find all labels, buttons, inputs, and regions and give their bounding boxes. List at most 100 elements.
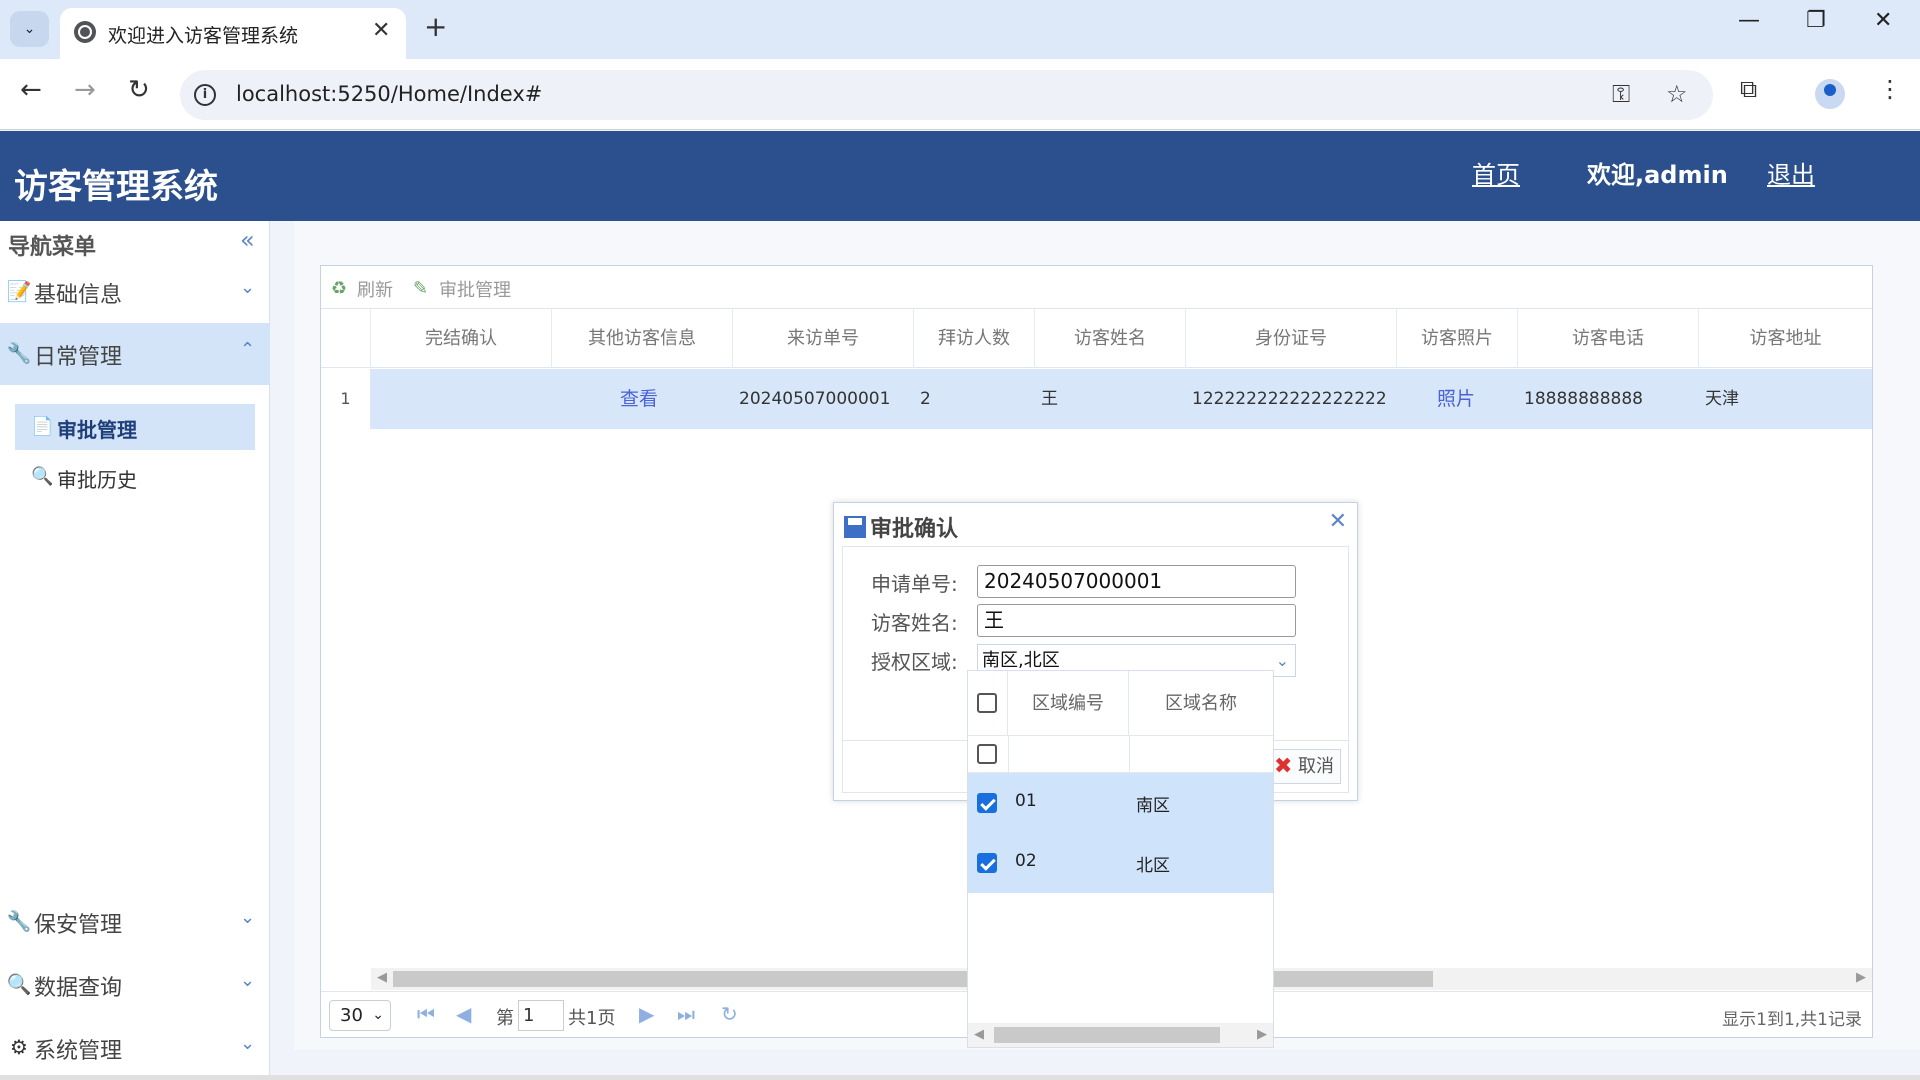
order-number-field[interactable]: 20240507000001 [977,565,1296,598]
app-title: 访客管理系统 [14,167,218,207]
forward-icon[interactable]: → [74,75,96,105]
column-header[interactable]: 拜访人数 [914,309,1035,368]
refresh-button[interactable]: ♻ 刷新 [331,276,393,302]
phone-cell: 18888888888 [1524,389,1643,409]
list-item[interactable]: 01 南区 [968,773,1273,833]
gear-icon: ⚙ [10,1035,28,1059]
minimize-icon[interactable]: — [1738,8,1760,33]
site-info-icon[interactable]: i [194,84,216,106]
sidebar-group-label: 日常管理 [34,345,123,370]
chevron-down-icon: ⌄ [372,1007,384,1023]
prev-page-icon[interactable]: ◀ [456,1002,471,1026]
region-name: 北区 [1136,856,1170,876]
select-all-checkbox[interactable] [977,693,997,713]
column-header[interactable]: 完结确认 [371,309,552,368]
region-checkbox[interactable] [977,793,997,813]
browser-tabbar: ⌄ 欢迎进入访客管理系统 ✕ + — ❐ ✕ [0,0,1920,59]
grid-header: 完结确认 其他访客信息 来访单号 拜访人数 访客姓名 身份证号 访客照片 访客电… [321,309,1872,368]
column-header[interactable]: 来访单号 [733,309,914,368]
column-header[interactable]: 区域编号 [1008,671,1129,736]
dropdown-horizontal-scrollbar[interactable]: ◀ ▶ [968,1023,1273,1047]
reload-icon[interactable]: ↻ [128,75,150,105]
refresh-label: 刷新 [357,280,393,301]
approve-mgmt-label: 审批管理 [439,280,511,301]
collapse-left-icon[interactable]: « [240,226,255,254]
dialog-title-bar: 审批确认 [844,511,958,543]
sidebar-group-data-query[interactable]: 🔍 数据查询 ⌄ [0,954,270,1016]
table-row[interactable]: 1 查看 20240507000001 2 王 1222222222222222… [321,369,1872,429]
scrollbar-thumb[interactable] [994,1027,1220,1043]
grid-toolbar: ♻ 刷新 ✎ 审批管理 [321,266,1872,309]
star-icon[interactable]: ☆ [1666,80,1688,108]
address-bar[interactable]: i localhost:5250/Home/Index# ⚿ ☆ [180,70,1713,120]
sidebar-group-basic-info[interactable]: 📝 基础信息 ⌄ [0,261,270,323]
page-size-select[interactable]: 30 ⌄ [329,1000,391,1031]
menu-kebab-icon[interactable]: ⋮ [1878,75,1902,103]
close-icon[interactable]: ✕ [1329,509,1347,534]
url-text[interactable]: localhost:5250/Home/Index# [236,82,542,106]
column-header[interactable]: 访客姓名 [1035,309,1186,368]
region-code: 01 [1015,791,1037,811]
column-header[interactable]: 区域名称 [1129,671,1273,736]
visitor-name-field[interactable]: 王 [977,604,1296,637]
sidebar-group-system-mgmt[interactable]: ⚙ 系统管理 ⌄ [0,1017,270,1079]
column-header[interactable]: 访客地址 [1699,309,1872,368]
close-tab-icon[interactable]: ✕ [372,18,390,43]
cancel-button[interactable]: ✖ 取消 [1271,749,1341,784]
nav-menu-title: 导航菜单 [8,235,97,260]
scrollbar-thumb[interactable] [393,971,1433,987]
approve-mgmt-button[interactable]: ✎ 审批管理 [413,276,511,302]
id-number-cell: 122222222222222222 [1192,389,1387,409]
last-page-icon[interactable]: ⏭ [677,1002,695,1026]
key-icon[interactable]: ⚿ [1612,80,1630,108]
region-checkbox[interactable] [977,853,997,873]
sidebar: 导航菜单 « 📝 基础信息 ⌄ 🔧 日常管理 ⌃ 📄 审批管理 🔍 审批历史 🔧… [0,221,270,1080]
sidebar-item-label: 审批管理 [57,418,137,442]
sidebar-group-label: 基础信息 [34,283,123,308]
chevron-down-icon: ⌄ [240,1033,256,1054]
next-page-icon[interactable]: ▶ [639,1002,654,1026]
reload-page-icon[interactable]: ↻ [721,1002,738,1026]
view-other-info-link[interactable]: 查看 [620,369,658,429]
page-total: 共1页 [568,1008,616,1029]
logout-link[interactable]: 退出 [1767,155,1815,190]
page-size-value: 30 [340,1005,363,1026]
photo-link[interactable]: 照片 [1437,369,1475,429]
address-cell: 天津 [1705,389,1739,409]
extensions-icon[interactable]: ⧉ [1740,75,1757,103]
notebook-icon: 📝 [6,279,32,303]
back-icon[interactable]: ← [20,75,42,105]
first-page-icon[interactable]: ⏮ [417,1002,435,1026]
scroll-left-icon[interactable]: ◀ [974,1027,984,1042]
column-header[interactable]: 身份证号 [1186,309,1397,368]
sidebar-item-approval-history[interactable]: 🔍 审批历史 [15,454,255,500]
sidebar-group-daily-mgmt[interactable]: 🔧 日常管理 ⌃ [0,323,270,385]
wrench-icon: 🔧 [6,341,32,365]
scroll-right-icon[interactable]: ▶ [1257,1027,1267,1042]
column-header[interactable]: 其他访客信息 [552,309,733,368]
home-link[interactable]: 首页 [1472,155,1520,190]
chevron-down-icon: ⌄ [240,907,256,928]
sidebar-group-label: 保安管理 [34,913,123,938]
scroll-left-icon[interactable]: ◀ [377,970,387,985]
filter-checkbox[interactable] [977,744,997,764]
rownum-header [321,309,371,368]
new-tab-icon[interactable]: + [424,10,447,43]
tab-title: 欢迎进入访客管理系统 [108,25,299,47]
authorized-region-label: 授权区域: [871,650,958,674]
chevron-down-icon[interactable]: ⌄ [1276,645,1289,676]
restore-icon[interactable]: ❐ [1806,8,1826,33]
sidebar-group-label: 系统管理 [34,1039,123,1064]
page-number-input[interactable]: 1 [518,1000,564,1031]
window-close-icon[interactable]: ✕ [1874,8,1892,33]
column-header[interactable]: 访客电话 [1518,309,1699,368]
scroll-right-icon[interactable]: ▶ [1856,970,1866,985]
browser-tab-active[interactable]: 欢迎进入访客管理系统 ✕ [60,8,406,59]
sidebar-item-approval-mgmt[interactable]: 📄 审批管理 [15,404,255,450]
profile-avatar-icon[interactable] [1815,79,1845,109]
list-item[interactable]: 02 北区 [968,833,1273,893]
sidebar-group-security-mgmt[interactable]: 🔧 保安管理 ⌄ [0,891,270,953]
tab-search-button[interactable]: ⌄ [10,11,49,47]
column-header[interactable]: 访客照片 [1397,309,1518,368]
document-gear-icon: 📄 [31,416,54,437]
